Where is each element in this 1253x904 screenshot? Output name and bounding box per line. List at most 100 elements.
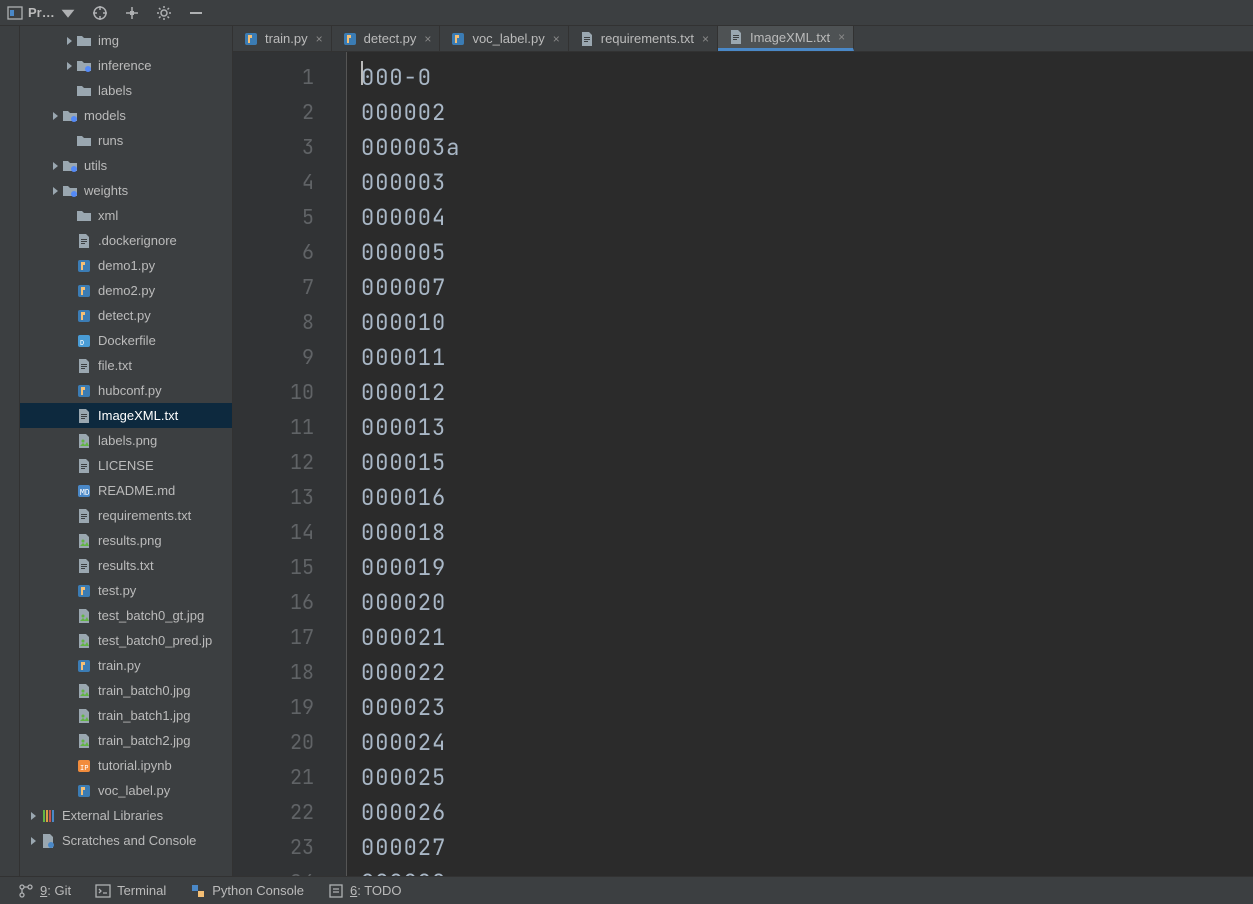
code-line[interactable]: 000012 [361, 375, 1253, 410]
tree-item-utils[interactable]: utils [20, 153, 232, 178]
tree-item-label: utils [84, 158, 107, 173]
editor[interactable]: 123456789101112131415161718192021222324 … [233, 52, 1253, 876]
text-caret [361, 61, 363, 85]
tree-item-runs[interactable]: runs [20, 128, 232, 153]
tree-item-xml[interactable]: xml [20, 203, 232, 228]
tree-item-models[interactable]: models [20, 103, 232, 128]
tree-item-results-png[interactable]: results.png [20, 528, 232, 553]
main-area: imginferencelabelsmodelsruns utils weights… [0, 26, 1253, 876]
collapse-all-button[interactable] [123, 4, 141, 22]
tree-item-tutorial-ipynb[interactable]: tutorial.ipynb [20, 753, 232, 778]
tree-item-license[interactable]: LICENSE [20, 453, 232, 478]
tree-item-weights[interactable]: weights [20, 178, 232, 203]
select-opened-file-button[interactable] [91, 4, 109, 22]
code-line[interactable]: 000003 [361, 165, 1253, 200]
code-line[interactable]: 000020 [361, 585, 1253, 620]
terminal-toolwindow-button[interactable]: Terminal [95, 883, 166, 899]
expand-arrow-icon[interactable] [48, 111, 62, 121]
code-line[interactable]: 000013 [361, 410, 1253, 445]
code-line[interactable]: 000019 [361, 550, 1253, 585]
code-line[interactable]: 000021 [361, 620, 1253, 655]
code-line[interactable]: 000-0 [361, 60, 1253, 95]
tree-item-train-py[interactable]: train.py [20, 653, 232, 678]
code-line[interactable]: 000023 [361, 690, 1253, 725]
tree-item-voc-label-py[interactable]: voc_label.py [20, 778, 232, 803]
code-line[interactable]: 000016 [361, 480, 1253, 515]
tree-item-detect-py[interactable]: detect.py [20, 303, 232, 328]
code-line[interactable]: 000026 [361, 795, 1253, 830]
tab-close-icon[interactable]: × [702, 32, 709, 46]
tab-close-icon[interactable]: × [553, 32, 560, 46]
code-line[interactable]: 000011 [361, 340, 1253, 375]
tree-item-imagexml-txt[interactable]: ImageXML.txt [20, 403, 232, 428]
tree-item-inference[interactable]: inference [20, 53, 232, 78]
project-tree[interactable]: imginferencelabelsmodelsruns utils weights… [20, 26, 233, 876]
code-line[interactable]: 000015 [361, 445, 1253, 480]
tree-item--dockerignore[interactable]: .dockerignore [20, 228, 232, 253]
editor-content[interactable]: 000-0000002000003a0000030000040000050000… [347, 52, 1253, 876]
line-number: 11 [233, 410, 314, 445]
tree-item-test-py[interactable]: test.py [20, 578, 232, 603]
line-number: 4 [233, 165, 314, 200]
editor-tab-voc-label-py[interactable]: voc_label.py× [440, 26, 568, 51]
git-toolwindow-button[interactable]: 9: Git [18, 883, 71, 899]
editor-tab-imagexml-txt[interactable]: ImageXML.txt× [718, 26, 854, 51]
tab-label: requirements.txt [601, 31, 694, 46]
expand-arrow-icon[interactable] [62, 36, 76, 46]
tab-close-icon[interactable]: × [838, 30, 845, 44]
tree-root-scratches-and-console[interactable]: Scratches and Console [20, 828, 232, 853]
expand-arrow-icon[interactable] [26, 836, 40, 846]
tab-close-icon[interactable]: × [316, 32, 323, 46]
tree-item-labels[interactable]: labels [20, 78, 232, 103]
code-line[interactable]: 000027 [361, 830, 1253, 865]
code-line[interactable]: 000028 [361, 865, 1253, 876]
code-line[interactable]: 000004 [361, 200, 1253, 235]
expand-arrow-icon[interactable] [26, 811, 40, 821]
code-line[interactable]: 000024 [361, 725, 1253, 760]
tree-item-results-txt[interactable]: results.txt [20, 553, 232, 578]
tree-item-train-batch1-jpg[interactable]: train_batch1.jpg [20, 703, 232, 728]
tree-item-test-batch0-gt-jpg[interactable]: test_batch0_gt.jpg [20, 603, 232, 628]
expand-arrow-icon[interactable] [62, 61, 76, 71]
tab-close-icon[interactable]: × [424, 32, 431, 46]
tree-item-label: test_batch0_pred.jp [98, 633, 212, 648]
editor-tab-detect-py[interactable]: detect.py× [332, 26, 441, 51]
code-line[interactable]: 000022 [361, 655, 1253, 690]
expand-arrow-icon[interactable] [48, 161, 62, 171]
todo-toolwindow-button[interactable]: 6: TODO [328, 883, 402, 899]
tree-item-train-batch2-jpg[interactable]: train_batch2.jpg [20, 728, 232, 753]
python-console-toolwindow-button[interactable]: Python Console [190, 883, 304, 899]
hide-button[interactable] [187, 4, 205, 22]
tree-item-test-batch0-pred-jp[interactable]: test_batch0_pred.jp [20, 628, 232, 653]
tree-item-label: .dockerignore [98, 233, 177, 248]
tree-item-demo2-py[interactable]: demo2.py [20, 278, 232, 303]
tree-item-train-batch0-jpg[interactable]: train_batch0.jpg [20, 678, 232, 703]
code-line[interactable]: 000002 [361, 95, 1253, 130]
tree-item-img[interactable]: img [20, 28, 232, 53]
editor-tab-requirements-txt[interactable]: requirements.txt × [569, 26, 718, 51]
code-line[interactable]: 000005 [361, 235, 1253, 270]
code-line[interactable]: 000007 [361, 270, 1253, 305]
tree-item-hubconf-py[interactable]: hubconf.py [20, 378, 232, 403]
code-line[interactable]: 000025 [361, 760, 1253, 795]
tree-item-label: test.py [98, 583, 136, 598]
git-branch-icon [18, 883, 34, 899]
code-line[interactable]: 000003a [361, 130, 1253, 165]
tree-item-requirements-txt[interactable]: requirements.txt [20, 503, 232, 528]
tree-item-label: test_batch0_gt.jpg [98, 608, 204, 623]
tree-item-labels-png[interactable]: labels.png [20, 428, 232, 453]
expand-arrow-icon[interactable] [48, 186, 62, 196]
tree-item-file-txt[interactable]: file.txt [20, 353, 232, 378]
settings-button[interactable] [155, 4, 173, 22]
editor-tab-train-py[interactable]: train.py× [233, 26, 332, 51]
scratch-icon [40, 833, 56, 849]
tree-item-demo1-py[interactable]: demo1.py [20, 253, 232, 278]
code-line[interactable]: 000018 [361, 515, 1253, 550]
code-line[interactable]: 000010 [361, 305, 1253, 340]
project-icon [6, 4, 24, 22]
project-view-label[interactable]: Pr… [6, 4, 77, 22]
tree-item-readme-md[interactable]: README.md [20, 478, 232, 503]
left-tool-stripe[interactable] [0, 26, 20, 876]
tree-root-external-libraries[interactable]: External Libraries [20, 803, 232, 828]
tree-item-dockerfile[interactable]: Dockerfile [20, 328, 232, 353]
